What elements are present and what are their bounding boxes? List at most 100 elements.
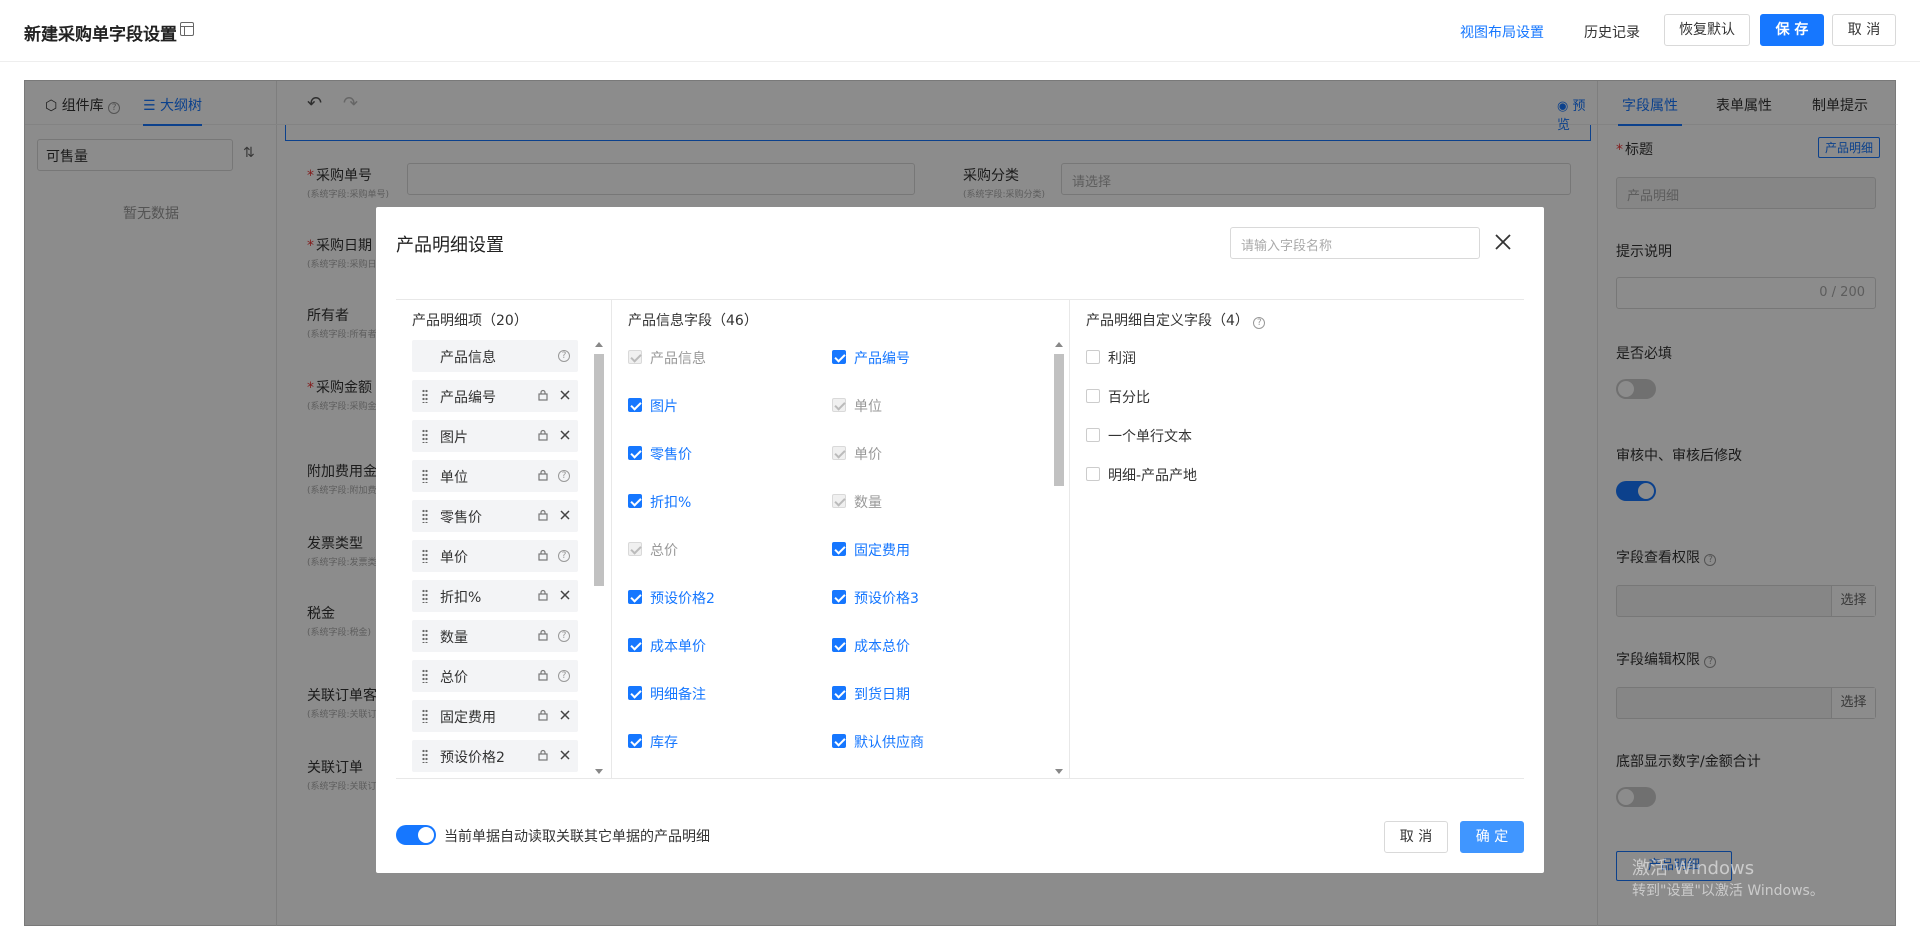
remove-icon[interactable] (558, 388, 572, 402)
lock-icon[interactable] (538, 669, 548, 681)
checkbox-icon[interactable] (628, 446, 642, 460)
checkbox-icon[interactable] (1086, 467, 1100, 481)
help-icon: ? (1253, 317, 1266, 329)
drag-handle-icon[interactable] (422, 749, 428, 763)
modal-body: 产品明细项（20） 产品信息? 产品编号 图片 单位? 零售价 单价? 折扣% 数量? 总价? 固… (396, 299, 1524, 779)
history-link[interactable]: 历史记录 (1584, 22, 1640, 42)
detail-item-label: 固定费用 (440, 710, 496, 726)
info-field-label: 预设价格2 (650, 591, 715, 607)
detail-item[interactable]: 产品信息? (412, 340, 578, 372)
field-search-input[interactable]: 请输入字段名称 (1230, 227, 1480, 259)
lock-icon[interactable] (538, 629, 548, 641)
col2-scrollbar[interactable] (1052, 340, 1066, 776)
help-icon: ? (558, 550, 570, 562)
checkbox-icon[interactable] (1086, 428, 1100, 442)
scroll-up-icon[interactable] (1055, 342, 1063, 347)
scroll-down-icon[interactable] (595, 769, 603, 774)
detail-item-label: 图片 (440, 430, 468, 446)
detail-item[interactable]: 固定费用 (412, 700, 578, 732)
checkbox-icon[interactable] (628, 734, 642, 748)
checkbox-icon[interactable] (628, 590, 642, 604)
info-field-label: 图片 (650, 399, 678, 415)
scroll-up-icon[interactable] (595, 342, 603, 347)
scroll-thumb[interactable] (1054, 354, 1064, 486)
lock-icon[interactable] (538, 389, 548, 401)
scroll-thumb[interactable] (594, 354, 604, 586)
custom-field-label: 明细-产品产地 (1108, 468, 1198, 484)
remove-icon[interactable] (558, 748, 572, 762)
modal-confirm-button[interactable]: 确 定 (1460, 821, 1524, 853)
modal-title: 产品明细设置 (396, 235, 504, 256)
help-icon: ? (558, 470, 570, 482)
layout-icon[interactable] (180, 22, 194, 36)
detail-item-label: 单价 (440, 550, 468, 566)
detail-item-label: 数量 (440, 630, 468, 646)
detail-item-label: 预设价格2 (440, 750, 505, 766)
info-field-label: 总价 (650, 543, 678, 559)
detail-item[interactable]: 预设价格2 (412, 740, 578, 772)
drag-handle-icon[interactable] (422, 429, 428, 443)
detail-item-label: 产品信息 (440, 350, 496, 366)
checkbox-icon[interactable] (832, 542, 846, 556)
drag-handle-icon[interactable] (422, 669, 428, 683)
cancel-button[interactable]: 取 消 (1832, 14, 1896, 46)
info-field-label: 预设价格3 (854, 591, 919, 607)
detail-item[interactable]: 零售价 (412, 500, 578, 532)
custom-field-label: 利润 (1108, 351, 1136, 367)
drag-handle-icon[interactable] (422, 709, 428, 723)
checkbox-icon (832, 494, 846, 508)
drag-handle-icon[interactable] (422, 509, 428, 523)
checkbox-icon[interactable] (832, 686, 846, 700)
modal-cancel-button[interactable]: 取 消 (1384, 821, 1448, 853)
close-icon[interactable] (1486, 225, 1520, 259)
info-field-label: 单位 (854, 399, 882, 415)
lock-icon[interactable] (538, 589, 548, 601)
lock-icon[interactable] (538, 549, 548, 561)
restore-default-button[interactable]: 恢复默认 (1664, 14, 1750, 46)
remove-icon[interactable] (558, 428, 572, 442)
remove-icon[interactable] (558, 508, 572, 522)
checkbox-icon[interactable] (832, 734, 846, 748)
detail-item[interactable]: 单价? (412, 540, 578, 572)
drag-handle-icon[interactable] (422, 549, 428, 563)
remove-icon[interactable] (558, 588, 572, 602)
custom-fields-column: 产品明细自定义字段（4） ? 利润 百分比 一个单行文本 明细-产品产地 (1070, 300, 1524, 779)
checkbox-icon[interactable] (1086, 350, 1100, 364)
detail-item[interactable]: 总价? (412, 660, 578, 692)
detail-item[interactable]: 图片 (412, 420, 578, 452)
checkbox-icon[interactable] (832, 590, 846, 604)
lock-icon[interactable] (538, 429, 548, 441)
drag-handle-icon[interactable] (422, 629, 428, 643)
lock-icon[interactable] (538, 509, 548, 521)
checkbox-icon[interactable] (832, 350, 846, 364)
info-field-label: 成本总价 (854, 639, 910, 655)
checkbox-icon[interactable] (628, 638, 642, 652)
info-field-label: 折扣% (650, 495, 692, 511)
lock-icon[interactable] (538, 709, 548, 721)
drag-handle-icon[interactable] (422, 469, 428, 483)
detail-item[interactable]: 单位? (412, 460, 578, 492)
checkbox-icon[interactable] (628, 398, 642, 412)
checkbox-icon[interactable] (628, 686, 642, 700)
col1-scrollbar[interactable] (592, 340, 606, 776)
drag-handle-icon[interactable] (422, 589, 428, 603)
lock-icon[interactable] (538, 749, 548, 761)
drag-handle-icon[interactable] (422, 389, 428, 403)
detail-item[interactable]: 数量? (412, 620, 578, 652)
checkbox-icon[interactable] (628, 494, 642, 508)
remove-icon[interactable] (558, 708, 572, 722)
windows-watermark-sub: 转到"设置"以激活 Windows。 (1632, 883, 1824, 899)
auto-read-toggle[interactable] (396, 825, 436, 845)
product-info-fields-column: 产品信息字段（46） 产品信息 产品编号 图片 单位 零售价 单价 折扣% 数量 总价 固定费用预… (612, 300, 1070, 779)
save-button[interactable]: 保 存 (1760, 14, 1824, 46)
checkbox-icon[interactable] (832, 638, 846, 652)
checkbox-icon (628, 350, 642, 364)
checkbox-icon[interactable] (1086, 389, 1100, 403)
detail-item[interactable]: 折扣% (412, 580, 578, 612)
view-layout-link[interactable]: 视图布局设置 (1460, 22, 1544, 42)
lock-icon[interactable] (538, 469, 548, 481)
scroll-down-icon[interactable] (1055, 769, 1063, 774)
help-icon: ? (558, 670, 570, 682)
detail-item[interactable]: 产品编号 (412, 380, 578, 412)
col1-title: 产品明细项（20） (412, 313, 528, 329)
